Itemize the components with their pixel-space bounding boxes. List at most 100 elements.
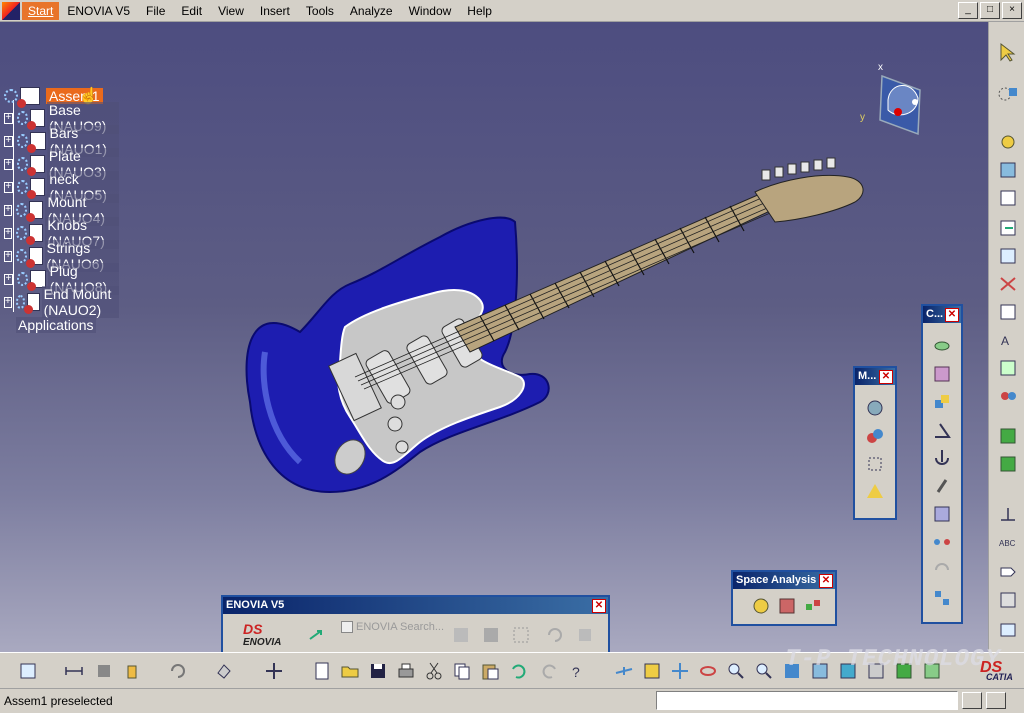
expand-icon[interactable]: + [4, 296, 12, 308]
tree-node-applications[interactable]: Applications [16, 315, 96, 335]
measure-between-icon[interactable] [997, 504, 1019, 524]
enovia-title[interactable]: ENOVIA V5 ✕ [223, 597, 608, 614]
rotate-icon[interactable] [698, 661, 718, 681]
menu-file[interactable]: File [138, 2, 173, 20]
refresh-icon[interactable] [168, 661, 188, 681]
m-toolbar-title[interactable]: M... ✕ [855, 368, 895, 385]
save-icon[interactable] [368, 661, 388, 681]
measure-icon[interactable] [64, 661, 84, 681]
new-part-icon[interactable] [997, 188, 1019, 208]
manage-representations-icon[interactable] [997, 358, 1019, 378]
stop-manipulate-icon[interactable] [865, 482, 885, 502]
restore-button[interactable]: □ [980, 2, 1000, 19]
menu-help[interactable]: Help [459, 2, 500, 20]
enovia-save-icon[interactable] [481, 625, 501, 645]
manipulation-icon[interactable] [865, 398, 885, 418]
copy-icon[interactable] [452, 661, 472, 681]
enovia-search[interactable]: ENOVIA Search... [341, 621, 444, 633]
expand-icon[interactable]: + [4, 181, 13, 193]
enovia-connect-icon[interactable] [307, 625, 327, 645]
scenes-icon[interactable] [997, 426, 1019, 446]
annotation-icon[interactable]: ABC [997, 532, 1019, 552]
tree-node-end-mount[interactable]: + End Mount (NAUO2) [4, 286, 119, 318]
menu-insert[interactable]: Insert [252, 2, 298, 20]
expand-icon[interactable]: + [4, 227, 13, 239]
fit-all-icon[interactable] [642, 661, 662, 681]
fix-together-icon[interactable] [932, 476, 952, 496]
new-product-icon[interactable] [997, 160, 1019, 180]
expand-icon[interactable]: + [4, 112, 13, 124]
tree-node-label[interactable]: End Mount (NAUO2) [41, 286, 119, 318]
coincidence-constraint-icon[interactable] [932, 336, 952, 356]
menu-view[interactable]: View [210, 2, 252, 20]
compass-handle[interactable] [894, 108, 902, 116]
close-icon[interactable]: ✕ [945, 308, 959, 322]
angle-constraint-icon[interactable] [932, 420, 952, 440]
minimize-button[interactable]: _ [958, 2, 978, 19]
zoom-in-icon[interactable] [726, 661, 746, 681]
explode-icon[interactable] [865, 454, 885, 474]
expand-icon[interactable]: + [4, 204, 13, 216]
expand-icon[interactable]: + [4, 135, 13, 147]
menu-window[interactable]: Window [401, 2, 460, 20]
enovia-tree-icon[interactable] [451, 625, 471, 645]
enovia-select-icon[interactable] [511, 625, 531, 645]
snap-icon[interactable] [865, 426, 885, 446]
enhanced-scene-icon[interactable] [997, 454, 1019, 474]
space-analysis-title[interactable]: Space Analysis ✕ [733, 572, 835, 589]
quick-constraint-icon[interactable] [932, 504, 952, 524]
paste-icon[interactable] [480, 661, 500, 681]
enovia-logo[interactable]: DS ENOVIA [243, 621, 281, 648]
command-input[interactable] [656, 691, 958, 710]
open-file-icon[interactable] [340, 661, 360, 681]
cut-icon[interactable] [424, 661, 444, 681]
measure-inertia-icon[interactable] [94, 661, 114, 681]
menu-start[interactable]: Start [22, 1, 60, 20]
3d-viewport[interactable]: Assem1 ☝ +Base (NAUO9) +Bars (NAUO1) +Pl… [0, 22, 988, 652]
menu-tools[interactable]: Tools [298, 2, 342, 20]
product-structure-icon[interactable] [997, 84, 1019, 104]
distance-analysis-icon[interactable] [803, 596, 823, 616]
guitar-model[interactable] [0, 22, 988, 652]
compass-tip[interactable] [912, 99, 918, 105]
close-icon[interactable]: ✕ [819, 574, 833, 588]
select-arrow-icon[interactable] [997, 42, 1019, 62]
enovia-refresh-icon[interactable] [545, 625, 565, 645]
enovia-search-checkbox[interactable] [341, 621, 353, 633]
tree-node-label[interactable]: Applications [16, 317, 96, 333]
menu-enovia[interactable]: ENOVIA V5 [59, 2, 138, 20]
selective-load-icon[interactable]: A [997, 330, 1019, 350]
zoom-out-icon[interactable] [754, 661, 774, 681]
whats-this-icon[interactable]: ? [568, 661, 588, 681]
status-button-2[interactable] [986, 692, 1006, 709]
update-icon[interactable] [18, 661, 38, 681]
apply-material-icon[interactable] [214, 661, 234, 681]
flag-note-icon[interactable] [997, 562, 1019, 582]
graph-tree-reordering-icon[interactable] [997, 274, 1019, 294]
compass-toggle-icon[interactable] [264, 661, 284, 681]
new-file-icon[interactable] [312, 661, 332, 681]
close-icon[interactable]: ✕ [879, 370, 893, 384]
existing-component-icon[interactable] [997, 218, 1019, 238]
weld-feature-icon[interactable] [997, 590, 1019, 610]
catia-logo-icon[interactable] [2, 1, 20, 20]
sectioning-icon[interactable] [777, 596, 797, 616]
generate-numbering-icon[interactable] [997, 302, 1019, 322]
flexible-rigid-icon[interactable] [932, 532, 952, 552]
mass-icon[interactable] [122, 661, 142, 681]
redo-icon[interactable] [540, 661, 560, 681]
reuse-pattern-icon[interactable] [932, 588, 952, 608]
close-icon[interactable]: ✕ [592, 599, 606, 613]
status-button-1[interactable] [962, 692, 982, 709]
offset-constraint-icon[interactable] [932, 392, 952, 412]
fly-mode-icon[interactable] [614, 661, 634, 681]
clash-icon[interactable] [751, 596, 771, 616]
replace-component-icon[interactable] [997, 246, 1019, 266]
contact-constraint-icon[interactable] [932, 364, 952, 384]
undo-icon[interactable] [508, 661, 528, 681]
expand-icon[interactable]: + [4, 250, 12, 262]
menu-analyze[interactable]: Analyze [342, 2, 401, 20]
change-constraint-icon[interactable] [932, 560, 952, 580]
fix-component-icon[interactable] [932, 448, 952, 468]
multi-instantiation-icon[interactable] [997, 386, 1019, 406]
